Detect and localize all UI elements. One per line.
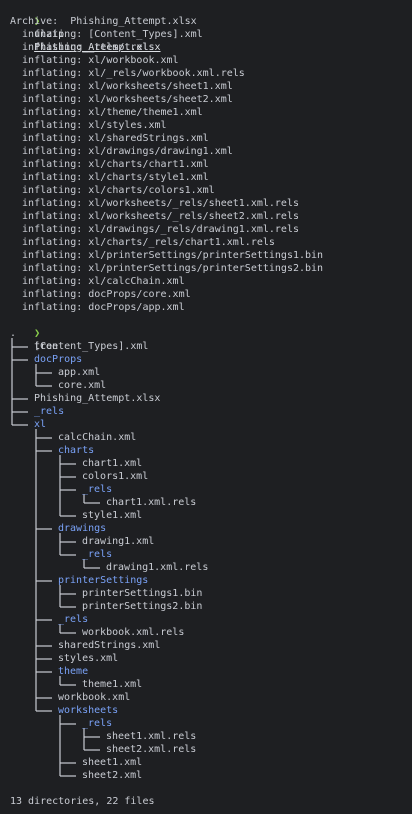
inflating-line: inflating: xl/styles.xml xyxy=(10,120,167,131)
tree-directory: _rels xyxy=(82,549,113,560)
tree-file: sheet2.xml xyxy=(82,770,143,781)
tree-file: chart1.xml xyxy=(82,458,143,469)
inflating-line: inflating: xl/worksheets/sheet2.xml xyxy=(10,94,233,105)
tree-root: . xyxy=(10,328,17,339)
tree-file: sheet1.xml.rels xyxy=(106,731,197,742)
tree-directory: charts xyxy=(58,445,95,456)
tree-file: theme1.xml xyxy=(82,679,143,690)
inflating-line: inflating: _rels/.rels xyxy=(10,42,155,53)
tree-directory: docProps xyxy=(34,354,83,365)
inflating-line: inflating: xl/_rels/workbook.xml.rels xyxy=(10,68,245,79)
inflating-line: inflating: xl/charts/_rels/chart1.xml.re… xyxy=(10,237,275,248)
inflating-line: inflating: xl/charts/colors1.xml xyxy=(10,185,215,196)
inflating-line: inflating: xl/printerSettings/printerSet… xyxy=(10,250,324,261)
tree-file: sharedStrings.xml xyxy=(58,640,161,651)
tree-file: workbook.xml xyxy=(58,692,131,703)
inflating-line: inflating: xl/workbook.xml xyxy=(10,55,179,66)
inflating-line: inflating: xl/worksheets/_rels/sheet1.xm… xyxy=(10,198,299,209)
tree-directory: _rels xyxy=(82,718,113,729)
inflating-line: inflating: docProps/core.xml xyxy=(10,289,191,300)
tree-file: chart1.xml.rels xyxy=(106,497,197,508)
tree-file: core.xml xyxy=(58,380,107,391)
tree-file: app.xml xyxy=(58,367,101,378)
inflating-line: inflating: xl/calcChain.xml xyxy=(10,276,185,287)
tree-file: style1.xml xyxy=(82,510,143,521)
tree-directory: _rels xyxy=(58,614,89,625)
tree-file: sheet2.xml.rels xyxy=(106,744,197,755)
terminal-window[interactable]: ❯ unzip Phishing_Attempt.xlsx Archive: P… xyxy=(0,0,412,814)
inflating-line: inflating: xl/printerSettings/printerSet… xyxy=(10,263,324,274)
tree-directory: _rels xyxy=(82,484,113,495)
unzip-command-line: ❯ unzip Phishing_Attempt.xlsx xyxy=(10,2,160,53)
tree-directory: xl xyxy=(34,419,47,430)
tree-file: calcChain.xml xyxy=(58,432,137,443)
tree-directory: _rels xyxy=(34,406,65,417)
inflating-line: inflating: xl/worksheets/sheet1.xml xyxy=(10,81,233,92)
tree-summary: 13 directories, 22 files xyxy=(10,796,155,807)
tree-file: workbook.xml.rels xyxy=(82,627,185,638)
tree-file: Phishing_Attempt.xlsx xyxy=(34,393,161,404)
inflating-line: inflating: xl/drawings/_rels/drawing1.xm… xyxy=(10,224,299,235)
inflating-line: inflating: xl/theme/theme1.xml xyxy=(10,107,203,118)
tree-directory: theme xyxy=(58,666,89,677)
tree-file: [Content_Types].xml xyxy=(34,341,149,352)
tree-file: printerSettings2.bin xyxy=(82,601,203,612)
tree-directory: worksheets xyxy=(58,705,119,716)
tree-directory: printerSettings xyxy=(58,575,149,586)
tree-file: printerSettings1.bin xyxy=(82,588,203,599)
tree-command-line: ❯ tree xyxy=(10,314,58,352)
inflating-line: inflating: xl/charts/style1.xml xyxy=(10,172,209,183)
tree-file: sheet1.xml xyxy=(82,757,143,768)
inflating-line: inflating: xl/drawings/drawing1.xml xyxy=(10,146,233,157)
tree-file: drawing1.xml.rels xyxy=(106,562,209,573)
tree-directory: drawings xyxy=(58,523,107,534)
inflating-line: inflating: xl/worksheets/_rels/sheet2.xm… xyxy=(10,211,299,222)
prompt-icon: ❯ xyxy=(34,328,41,339)
tree-file: drawing1.xml xyxy=(82,536,155,547)
inflating-line: inflating: xl/charts/chart1.xml xyxy=(10,159,209,170)
tree-file: colors1.xml xyxy=(82,471,149,482)
inflating-line: inflating: docProps/app.xml xyxy=(10,302,185,313)
tree-file: styles.xml xyxy=(58,653,119,664)
inflating-line: inflating: [Content_Types].xml xyxy=(10,29,203,40)
inflating-line: inflating: xl/sharedStrings.xml xyxy=(10,133,209,144)
archive-line: Archive: Phishing_Attempt.xlsx xyxy=(10,16,197,27)
